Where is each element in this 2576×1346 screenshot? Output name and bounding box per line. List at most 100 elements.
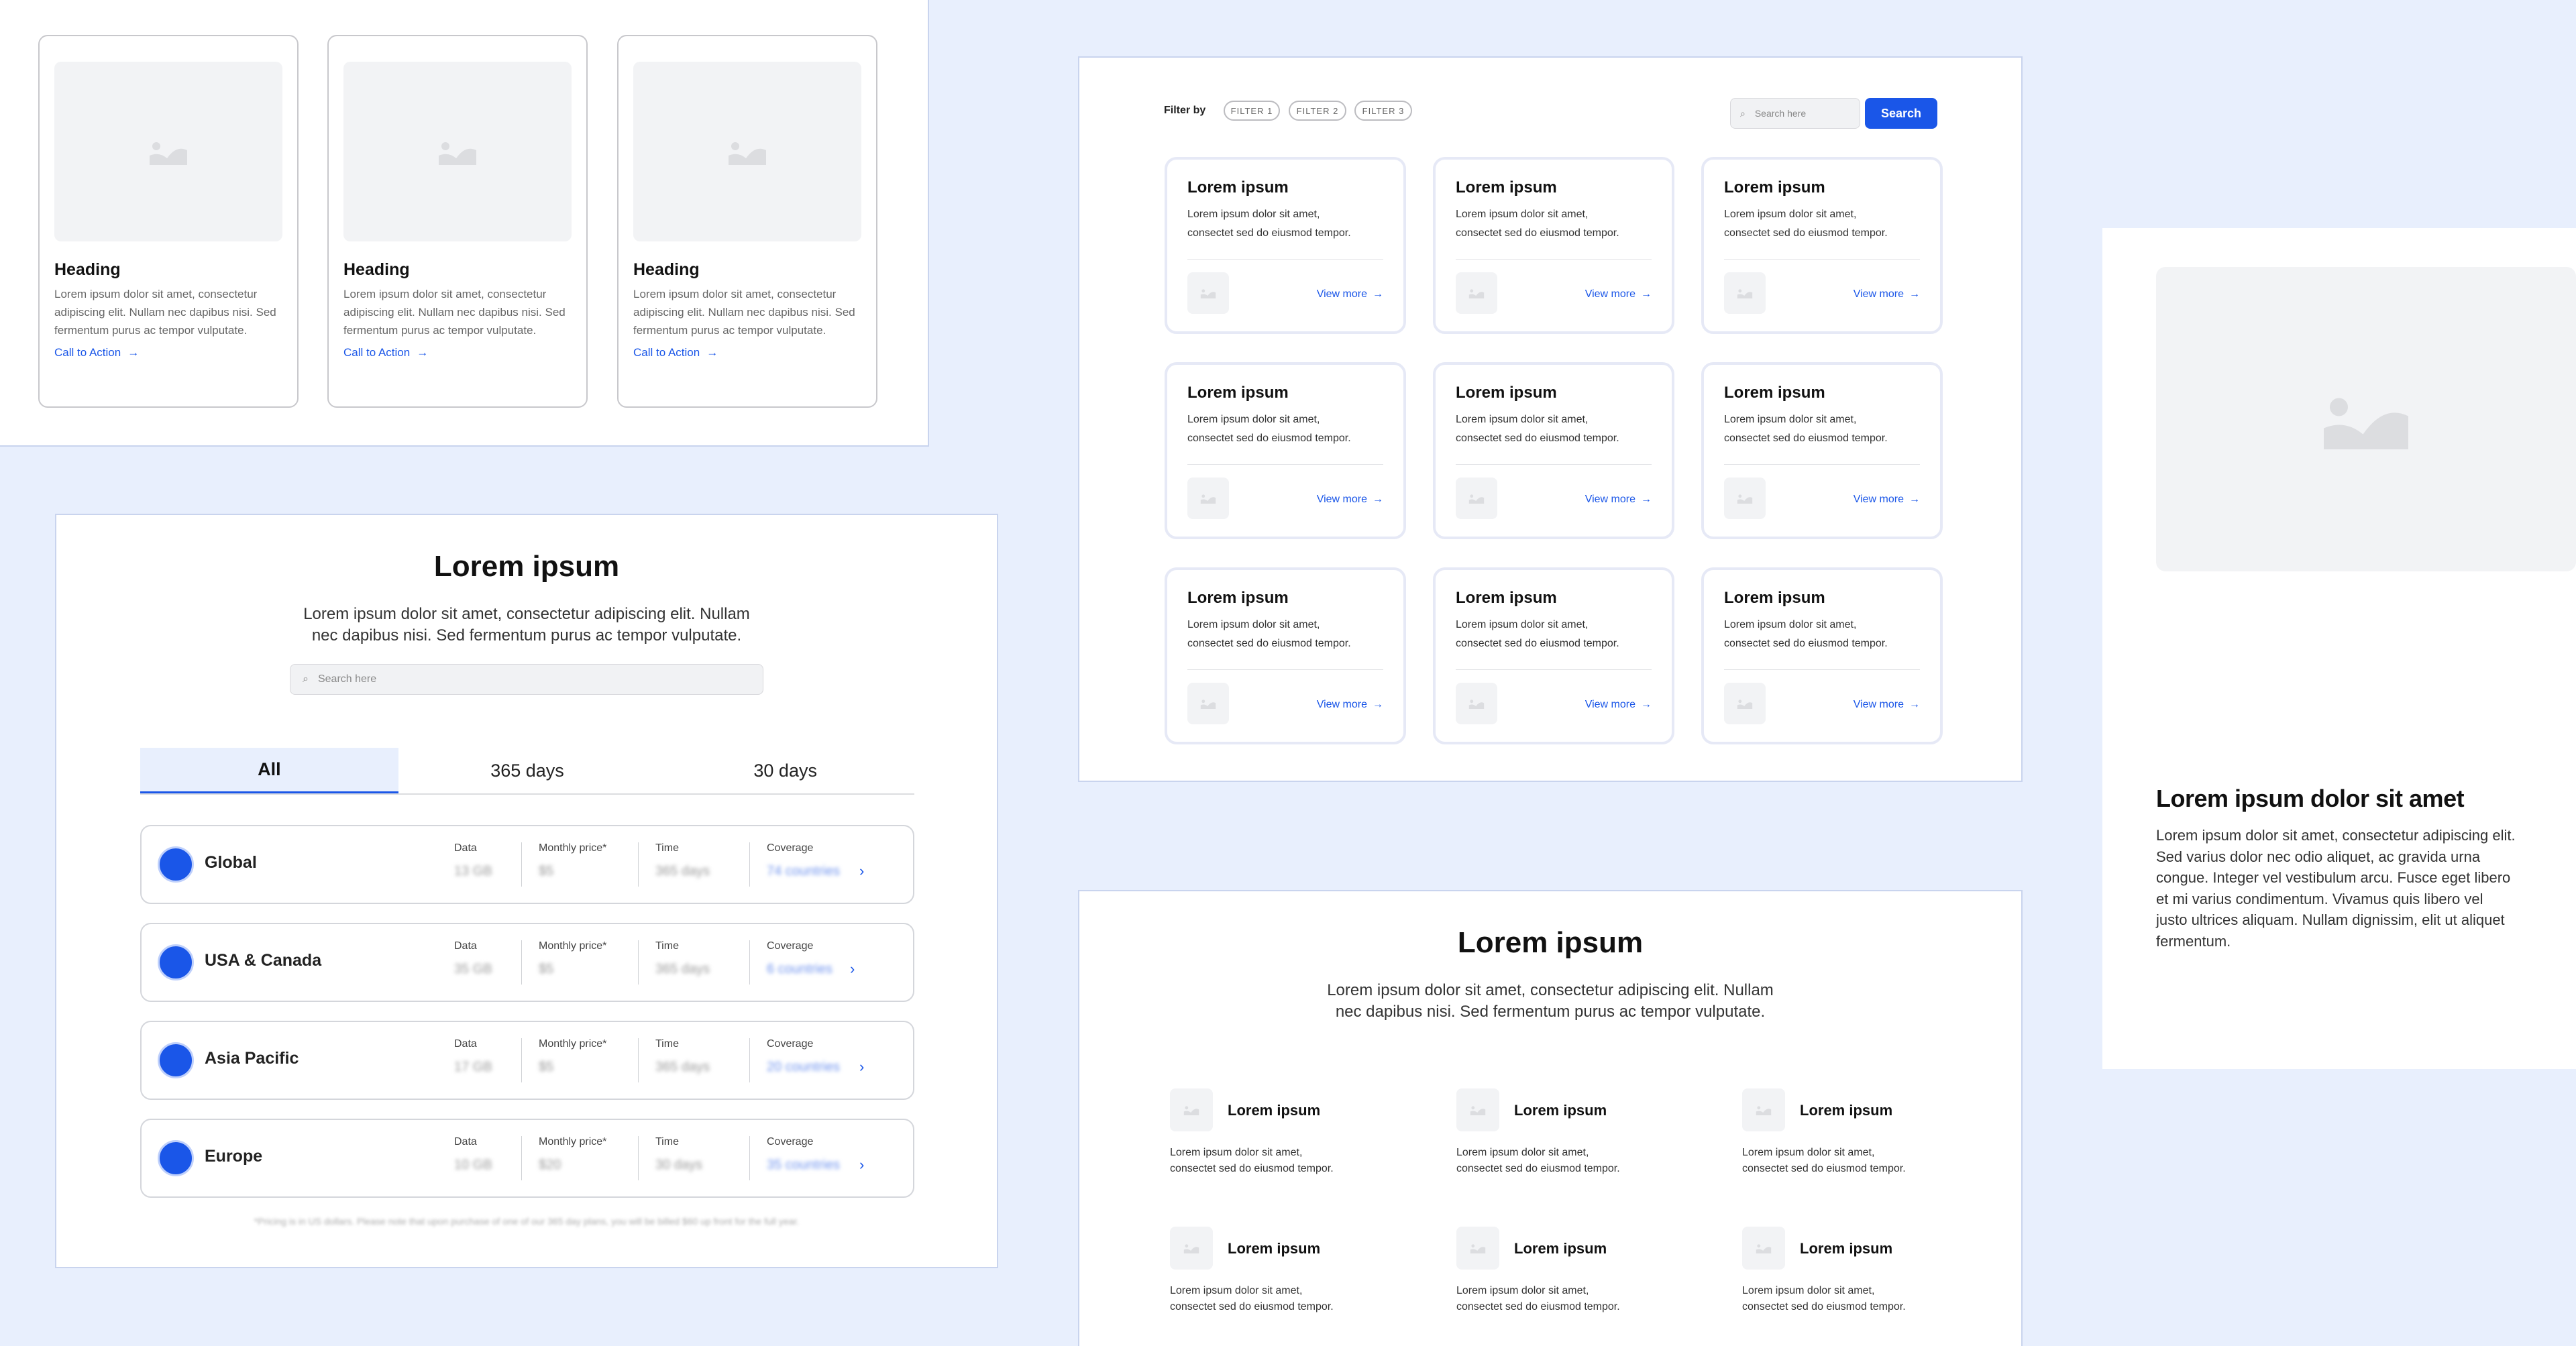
- hero-title: Lorem ipsum dolor sit amet: [2156, 785, 2465, 812]
- body-line: Lorem ipsum dolor sit amet,: [1456, 619, 1589, 630]
- cta-label: Call to Action: [633, 346, 700, 359]
- region-row-europe[interactable]: Europe Data 10 GB Monthly price* $20 Time 3…: [140, 1119, 914, 1198]
- subtitle-line: Lorem ipsum dolor sit amet, consectetur …: [1327, 981, 1774, 999]
- price-column: Monthly price* $5: [539, 940, 606, 977]
- grid-card-body: Lorem ipsum dolor sit amet, consectet sed…: [1724, 205, 1920, 243]
- data-column: Data 17 GB: [454, 1038, 492, 1075]
- view-more-link[interactable]: View more →: [1585, 288, 1652, 300]
- chevron-right-icon[interactable]: ›: [850, 960, 855, 978]
- chevron-right-icon[interactable]: ›: [859, 862, 864, 880]
- content-card: Heading Lorem ipsum dolor sit amet, cons…: [327, 35, 588, 408]
- feature-body: Lorem ipsum dolor sit amet, consectet sed…: [1170, 1283, 1334, 1315]
- search-placeholder: Search here: [317, 673, 377, 685]
- divider: [1187, 259, 1383, 260]
- view-more-link[interactable]: View more →: [1854, 288, 1920, 300]
- grid-card[interactable]: Lorem ipsum Lorem ipsum dolor sit amet, co…: [1701, 157, 1943, 334]
- price-value: $5: [539, 864, 554, 879]
- content-card: Heading Lorem ipsum dolor sit amet, cons…: [38, 35, 299, 408]
- chevron-right-icon[interactable]: ›: [859, 1058, 864, 1076]
- body-line: Lorem ipsum dolor sit amet,: [1724, 619, 1857, 630]
- time-column: Time 30 days: [655, 1136, 702, 1173]
- region-row-usa-canada[interactable]: USA & Canada Data 35 GB Monthly price* $5 …: [140, 923, 914, 1002]
- coverage-value[interactable]: 6 countries: [767, 962, 833, 977]
- grid-card[interactable]: Lorem ipsum Lorem ipsum dolor sit amet, co…: [1433, 157, 1674, 334]
- grid-panel: Filter by FILTER 1 FILTER 2 FILTER 3 ⌕ Se…: [1078, 56, 2023, 782]
- divider: [749, 940, 750, 985]
- grid-card-body: Lorem ipsum dolor sit amet, consectet sed…: [1456, 616, 1652, 653]
- body-line: Lorem ipsum dolor sit amet,: [1187, 414, 1320, 425]
- view-more-link[interactable]: View more →: [1585, 699, 1652, 711]
- image-placeholder-icon: [1724, 683, 1766, 724]
- card-heading: Heading: [343, 260, 410, 279]
- call-to-action-link[interactable]: Call to Action →: [54, 346, 139, 359]
- grid-card[interactable]: Lorem ipsum Lorem ipsum dolor sit amet, co…: [1433, 362, 1674, 539]
- grid-card[interactable]: Lorem ipsum Lorem ipsum dolor sit amet, co…: [1165, 157, 1406, 334]
- column-label: Monthly price*: [539, 1038, 607, 1050]
- price-column: Monthly price* $5: [539, 1038, 606, 1075]
- grid-card-title: Lorem ipsum: [1724, 384, 1825, 402]
- globe-icon: [158, 1140, 194, 1176]
- column-label: Time: [655, 940, 679, 952]
- view-more-link[interactable]: View more →: [1854, 494, 1920, 506]
- view-more-link[interactable]: View more →: [1317, 288, 1383, 300]
- view-more-link[interactable]: View more →: [1585, 494, 1652, 506]
- card-heading: Heading: [54, 260, 121, 279]
- grid-card-body: Lorem ipsum dolor sit amet, consectet sed…: [1187, 205, 1383, 243]
- data-column: Data 35 GB: [454, 940, 492, 977]
- filter-chip-3[interactable]: FILTER 3: [1354, 101, 1412, 121]
- view-more-link[interactable]: View more →: [1854, 699, 1920, 711]
- grid-card[interactable]: Lorem ipsum Lorem ipsum dolor sit amet, co…: [1433, 567, 1674, 744]
- region-row-global[interactable]: Global Data 13 GB Monthly price* $5 Time 36…: [140, 825, 914, 904]
- filter-chip-1[interactable]: FILTER 1: [1224, 101, 1280, 121]
- globe-icon: [158, 846, 194, 883]
- body-line: consectet sed do eiusmod tempor.: [1187, 638, 1351, 649]
- time-value: 365 days: [655, 1060, 710, 1074]
- column-label: Time: [655, 842, 679, 854]
- arrow-right-icon: →: [1641, 288, 1652, 300]
- body-line: consectet sed do eiusmod tempor.: [1170, 1163, 1334, 1174]
- tab-30-days[interactable]: 30 days: [656, 748, 914, 793]
- coverage-value[interactable]: 74 countries: [767, 864, 840, 879]
- body-line: consectet sed do eiusmod tempor.: [1724, 433, 1888, 444]
- search-button[interactable]: Search: [1865, 98, 1937, 129]
- coverage-value[interactable]: 20 countries: [767, 1060, 840, 1075]
- view-more-link[interactable]: View more →: [1317, 699, 1383, 711]
- filter-chip-2[interactable]: FILTER 2: [1289, 101, 1346, 121]
- body-line: Lorem ipsum dolor sit amet,: [1187, 209, 1320, 220]
- feature-title: Lorem ipsum: [1228, 1102, 1321, 1119]
- time-column: Time 365 days: [655, 842, 710, 879]
- image-placeholder-icon: [633, 62, 861, 241]
- grid-card[interactable]: Lorem ipsum Lorem ipsum dolor sit amet, co…: [1701, 567, 1943, 744]
- arrow-right-icon: →: [127, 346, 140, 359]
- grid-card[interactable]: Lorem ipsum Lorem ipsum dolor sit amet, co…: [1165, 567, 1406, 744]
- column-label: Coverage: [767, 842, 814, 854]
- data-column: Data 13 GB: [454, 842, 492, 879]
- view-more-label: View more: [1316, 494, 1367, 505]
- grid-card-title: Lorem ipsum: [1187, 384, 1289, 402]
- grid-card[interactable]: Lorem ipsum Lorem ipsum dolor sit amet, co…: [1165, 362, 1406, 539]
- view-more-link[interactable]: View more →: [1317, 494, 1383, 506]
- image-placeholder-icon: [1187, 683, 1229, 724]
- grid-search-input[interactable]: ⌕ Search here: [1730, 98, 1860, 129]
- coverage-column: Coverage 74 countries: [767, 842, 840, 879]
- divider: [749, 1136, 750, 1180]
- image-placeholder-icon: [1742, 1227, 1785, 1270]
- hero-panel: Lorem ipsum dolor sit amet Lorem ipsum d…: [2102, 228, 2576, 1069]
- search-input[interactable]: ⌕ Search here: [290, 664, 763, 695]
- features-title: Lorem ipsum: [1457, 926, 1644, 959]
- call-to-action-link[interactable]: Call to Action →: [343, 346, 428, 359]
- region-row-asia-pacific[interactable]: Asia Pacific Data 17 GB Monthly price* $5 …: [140, 1021, 914, 1100]
- tab-365-days[interactable]: 365 days: [398, 748, 657, 793]
- arrow-right-icon: →: [1909, 288, 1920, 300]
- grid-card-title: Lorem ipsum: [1456, 384, 1557, 402]
- column-label: Monthly price*: [539, 940, 607, 952]
- hero-body: Lorem ipsum dolor sit amet, consectetur …: [2156, 827, 2516, 950]
- coverage-column: Coverage 20 countries: [767, 1038, 840, 1075]
- chevron-right-icon[interactable]: ›: [859, 1156, 864, 1174]
- arrow-right-icon: →: [1641, 699, 1652, 710]
- tab-all[interactable]: All: [140, 748, 398, 793]
- call-to-action-link[interactable]: Call to Action →: [633, 346, 718, 359]
- grid-card[interactable]: Lorem ipsum Lorem ipsum dolor sit amet, co…: [1701, 362, 1943, 539]
- card-body: Lorem ipsum dolor sit amet, consectetur …: [343, 288, 566, 337]
- coverage-value[interactable]: 35 countries: [767, 1158, 840, 1173]
